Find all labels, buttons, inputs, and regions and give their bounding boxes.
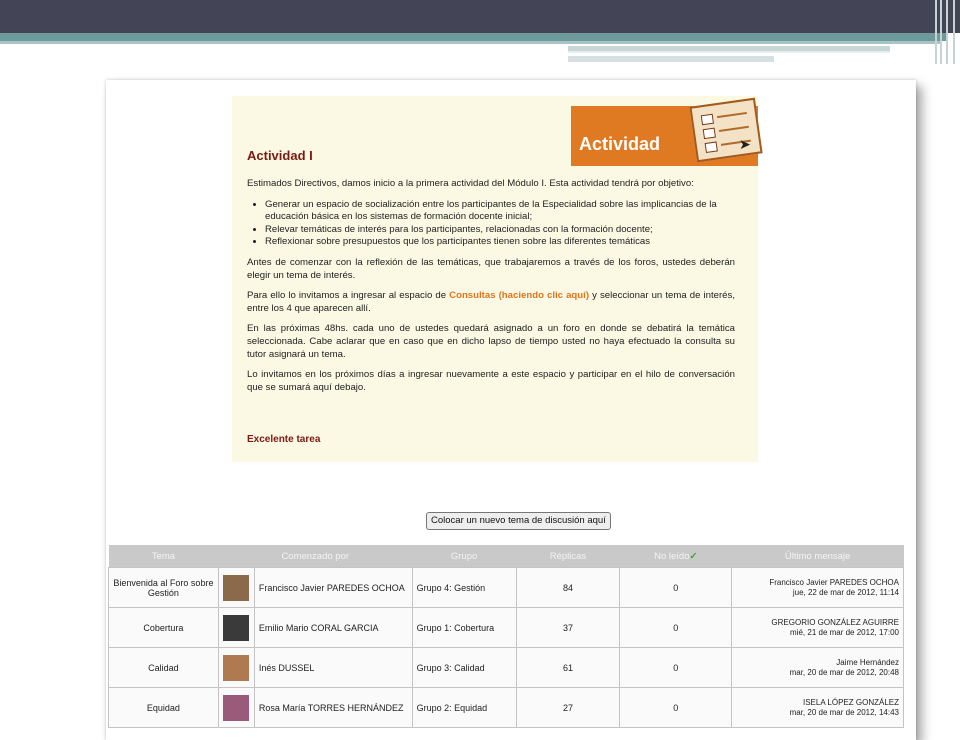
- cursor-icon: ➤: [739, 136, 751, 152]
- check-icon: ✓: [689, 550, 698, 562]
- group-name: Grupo 4: Gestión: [411, 567, 517, 608]
- topic-link[interactable]: Cobertura: [108, 607, 219, 648]
- forum-topics-table: Tema Comenzado por Grupo Réplicas No leí…: [108, 545, 904, 728]
- header-replies[interactable]: Réplicas: [516, 545, 620, 568]
- last-post-date[interactable]: mié, 21 de mar de 2012, 17:00: [733, 628, 899, 638]
- replies-count[interactable]: 84: [515, 567, 621, 608]
- slide-stripe: [568, 46, 890, 53]
- last-post-author[interactable]: GREGORIO GONZÁLEZ AGUIRRE: [733, 618, 899, 628]
- screenshot-panel: Actividad ➤ Actividad I Estimados Direct…: [106, 80, 916, 740]
- topic-link[interactable]: Equidad: [108, 687, 219, 728]
- avatar[interactable]: [223, 694, 250, 721]
- avatar-cell: [217, 607, 255, 648]
- group-name: Grupo 2: Equidad: [411, 687, 517, 728]
- replies-count[interactable]: 37: [515, 607, 621, 648]
- author-link[interactable]: Emilio Mario CORAL GARCIA: [253, 607, 413, 648]
- slide-top-bar: [0, 0, 960, 33]
- avatar-cell: [217, 567, 255, 608]
- objectives-list: Generar un espacio de socialización entr…: [247, 199, 735, 249]
- header-topic[interactable]: Tema: [108, 545, 219, 568]
- activity-paragraph: En las próximas 48hs. cada uno de ustede…: [247, 323, 735, 360]
- activity-banner: Actividad ➤: [571, 97, 763, 166]
- table-header-row: Tema Comenzado por Grupo Réplicas No leí…: [108, 545, 904, 568]
- slide-vertical-line: [940, 0, 942, 64]
- objective-item: Reflexionar sobre presupuestos que los p…: [265, 236, 735, 249]
- activity-box: Actividad ➤ Actividad I Estimados Direct…: [232, 96, 763, 462]
- table-row: Cobertura Emilio Mario CORAL GARCIA Grup…: [108, 607, 904, 648]
- last-post-cell: Francisco Javier PAREDES OCHOA jue, 22 de…: [731, 567, 904, 608]
- activity-title: Actividad I: [247, 148, 313, 163]
- last-post-author[interactable]: Jaime Hernández: [733, 658, 899, 668]
- group-name: Grupo 1: Cobertura: [411, 607, 517, 648]
- activity-paragraph: Antes de comenzar con la reflexión de la…: [247, 256, 735, 281]
- header-started-by[interactable]: Comenzado por: [218, 545, 413, 568]
- last-post-date[interactable]: mar, 20 de mar de 2012, 20:48: [733, 668, 899, 678]
- activity-closing: Excelente tarea: [247, 434, 321, 445]
- author-link[interactable]: Rosa María TORRES HERNÁNDEZ: [253, 687, 413, 728]
- unread-count: 0: [619, 647, 733, 688]
- last-post-cell: GREGORIO GONZÁLEZ AGUIRRE mié, 21 de mar …: [731, 607, 904, 648]
- activity-paragraph: Para ello lo invitamos a ingresar al esp…: [247, 290, 735, 315]
- unread-count: 0: [619, 687, 733, 728]
- avatar[interactable]: [223, 654, 250, 681]
- avatar-cell: [217, 687, 255, 728]
- objective-item: Relevar temáticas de interés para los pa…: [265, 224, 735, 237]
- header-unread[interactable]: No leído✓: [619, 545, 732, 568]
- slide-teal-bar: [0, 33, 948, 41]
- replies-count[interactable]: 27: [515, 687, 621, 728]
- avatar[interactable]: [223, 614, 250, 641]
- paragraph-text: Para ello lo invitamos a ingresar al esp…: [247, 290, 450, 302]
- consultas-link[interactable]: Consultas (haciendo clic aquí): [449, 290, 589, 301]
- objective-item: Generar un espacio de socialización entr…: [265, 199, 735, 224]
- last-post-author[interactable]: Francisco Javier PAREDES OCHOA: [733, 578, 899, 588]
- unread-count: 0: [619, 607, 733, 648]
- unread-count: 0: [619, 567, 733, 608]
- slide-vertical-line: [953, 0, 955, 64]
- slide-stripe: [568, 56, 774, 62]
- topic-link[interactable]: Bienvenida al Foro sobre Gestión: [108, 567, 219, 608]
- author-link[interactable]: Francisco Javier PAREDES OCHOA: [253, 567, 413, 608]
- avatar-cell: [217, 647, 255, 688]
- topic-link[interactable]: Calidad: [108, 647, 219, 688]
- activity-body: Estimados Directivos, damos inicio a la …: [247, 178, 735, 402]
- last-post-author[interactable]: ISELA LÓPEZ GONZÁLEZ: [733, 698, 899, 708]
- slide-vertical-line: [935, 0, 937, 64]
- table-row: Calidad Inés DUSSEL Grupo 3: Calidad 61 …: [108, 647, 904, 688]
- last-post-date[interactable]: jue, 22 de mar de 2012, 11:14: [733, 588, 899, 598]
- header-unread-label: No leído: [654, 550, 690, 562]
- slide-vertical-line: [946, 0, 948, 64]
- last-post-cell: Jaime Hernández mar, 20 de mar de 2012, 2…: [731, 647, 904, 688]
- slide-stripe: [0, 41, 940, 44]
- table-row: Bienvenida al Foro sobre Gestión Francis…: [108, 567, 904, 608]
- header-last-post[interactable]: Último mensaje: [731, 545, 904, 568]
- author-link[interactable]: Inés DUSSEL: [253, 647, 413, 688]
- activity-banner-label: Actividad: [579, 134, 661, 154]
- replies-count[interactable]: 61: [515, 647, 621, 688]
- header-group[interactable]: Grupo: [412, 545, 517, 568]
- group-name: Grupo 3: Calidad: [411, 647, 517, 688]
- avatar[interactable]: [223, 574, 250, 601]
- last-post-cell: ISELA LÓPEZ GONZÁLEZ mar, 20 de mar de 20…: [731, 687, 904, 728]
- activity-intro: Estimados Directivos, damos inicio a la …: [247, 178, 694, 189]
- last-post-date[interactable]: mar, 20 de mar de 2012, 14:43: [733, 708, 899, 718]
- activity-paragraph: Lo invitamos en los próximos días a ingr…: [247, 369, 735, 393]
- checklist-icon: [689, 97, 763, 163]
- table-row: Equidad Rosa María TORRES HERNÁNDEZ Grup…: [108, 687, 904, 728]
- new-topic-button[interactable]: Colocar un nuevo tema de discusión aquí: [426, 512, 611, 530]
